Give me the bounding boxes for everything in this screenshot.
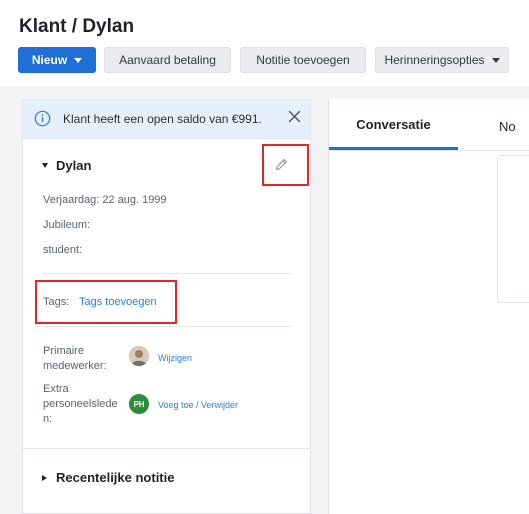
- recent-note-toggle[interactable]: Recentelijke notitie: [42, 470, 174, 485]
- divider: [42, 273, 291, 274]
- client-name: Dylan: [56, 158, 92, 173]
- extra-staff-label-line: personeelslede: [43, 398, 118, 410]
- tags-label: Tags:: [43, 296, 70, 308]
- extra-staff-label-line: Extra: [43, 383, 69, 395]
- person-icon: [129, 346, 149, 366]
- chevron-down-icon: [74, 57, 83, 63]
- info-icon: [34, 110, 51, 127]
- tab-next[interactable]: No: [499, 119, 516, 134]
- reminder-options-button[interactable]: Herinneringsopties: [375, 47, 509, 73]
- birthday-field: Verjaardag: 22 aug. 1999: [43, 194, 167, 206]
- add-note-button[interactable]: Notitie toevoegen: [240, 47, 366, 73]
- conversation-panel: Conversatie No: [328, 99, 529, 514]
- add-note-label: Notitie toevoegen: [256, 53, 350, 67]
- tab-conversation[interactable]: Conversatie: [329, 99, 458, 150]
- caret-down-icon: [42, 163, 48, 168]
- page-title: Klant / Dylan: [19, 16, 135, 37]
- change-primary-staff-link[interactable]: Wijzigen: [158, 353, 192, 363]
- caret-right-icon: [42, 475, 47, 481]
- close-icon[interactable]: [288, 110, 301, 123]
- divider: [23, 448, 310, 449]
- recent-note-title: Recentelijke notitie: [56, 470, 175, 485]
- client-panel: Klant heeft een open saldo van €991. Dyl…: [22, 99, 311, 514]
- staff-avatar: PH: [129, 394, 149, 414]
- primary-staff-label-line: Primaire: [43, 345, 84, 357]
- avatar: [129, 346, 149, 366]
- divider: [42, 326, 291, 327]
- add-tags-link[interactable]: Tags toevoegen: [79, 296, 157, 308]
- extra-staff-label: Extra personeelslede n:: [43, 382, 118, 427]
- category-field: student:: [43, 244, 83, 256]
- top-bar: Klant / Dylan Nieuw Aanvaard betaling No…: [0, 0, 529, 86]
- extra-staff-label-line: n:: [43, 413, 53, 425]
- tab-divider: [329, 150, 529, 151]
- conversation-card: [497, 155, 529, 303]
- client-name-toggle[interactable]: Dylan: [42, 158, 91, 173]
- anniversary-field: Jubileum:: [43, 219, 91, 231]
- balance-alert: Klant heeft een open saldo van €991.: [23, 100, 310, 139]
- chevron-down-icon: [491, 57, 500, 63]
- new-button[interactable]: Nieuw: [18, 47, 96, 73]
- primary-staff-label: Primaire medewerker:: [43, 344, 107, 374]
- accept-payment-button[interactable]: Aanvaard betaling: [104, 47, 231, 73]
- new-button-label: Nieuw: [31, 53, 68, 67]
- pencil-icon[interactable]: [274, 157, 289, 172]
- reminder-options-label: Herinneringsopties: [384, 53, 485, 67]
- accept-payment-label: Aanvaard betaling: [119, 53, 216, 67]
- tab-conversation-label: Conversatie: [356, 117, 431, 132]
- alert-text: Klant heeft een open saldo van €991.: [63, 112, 262, 126]
- primary-staff-label-line: medewerker:: [43, 360, 107, 372]
- add-remove-staff-link[interactable]: Voeg toe / Verwijder: [158, 400, 238, 410]
